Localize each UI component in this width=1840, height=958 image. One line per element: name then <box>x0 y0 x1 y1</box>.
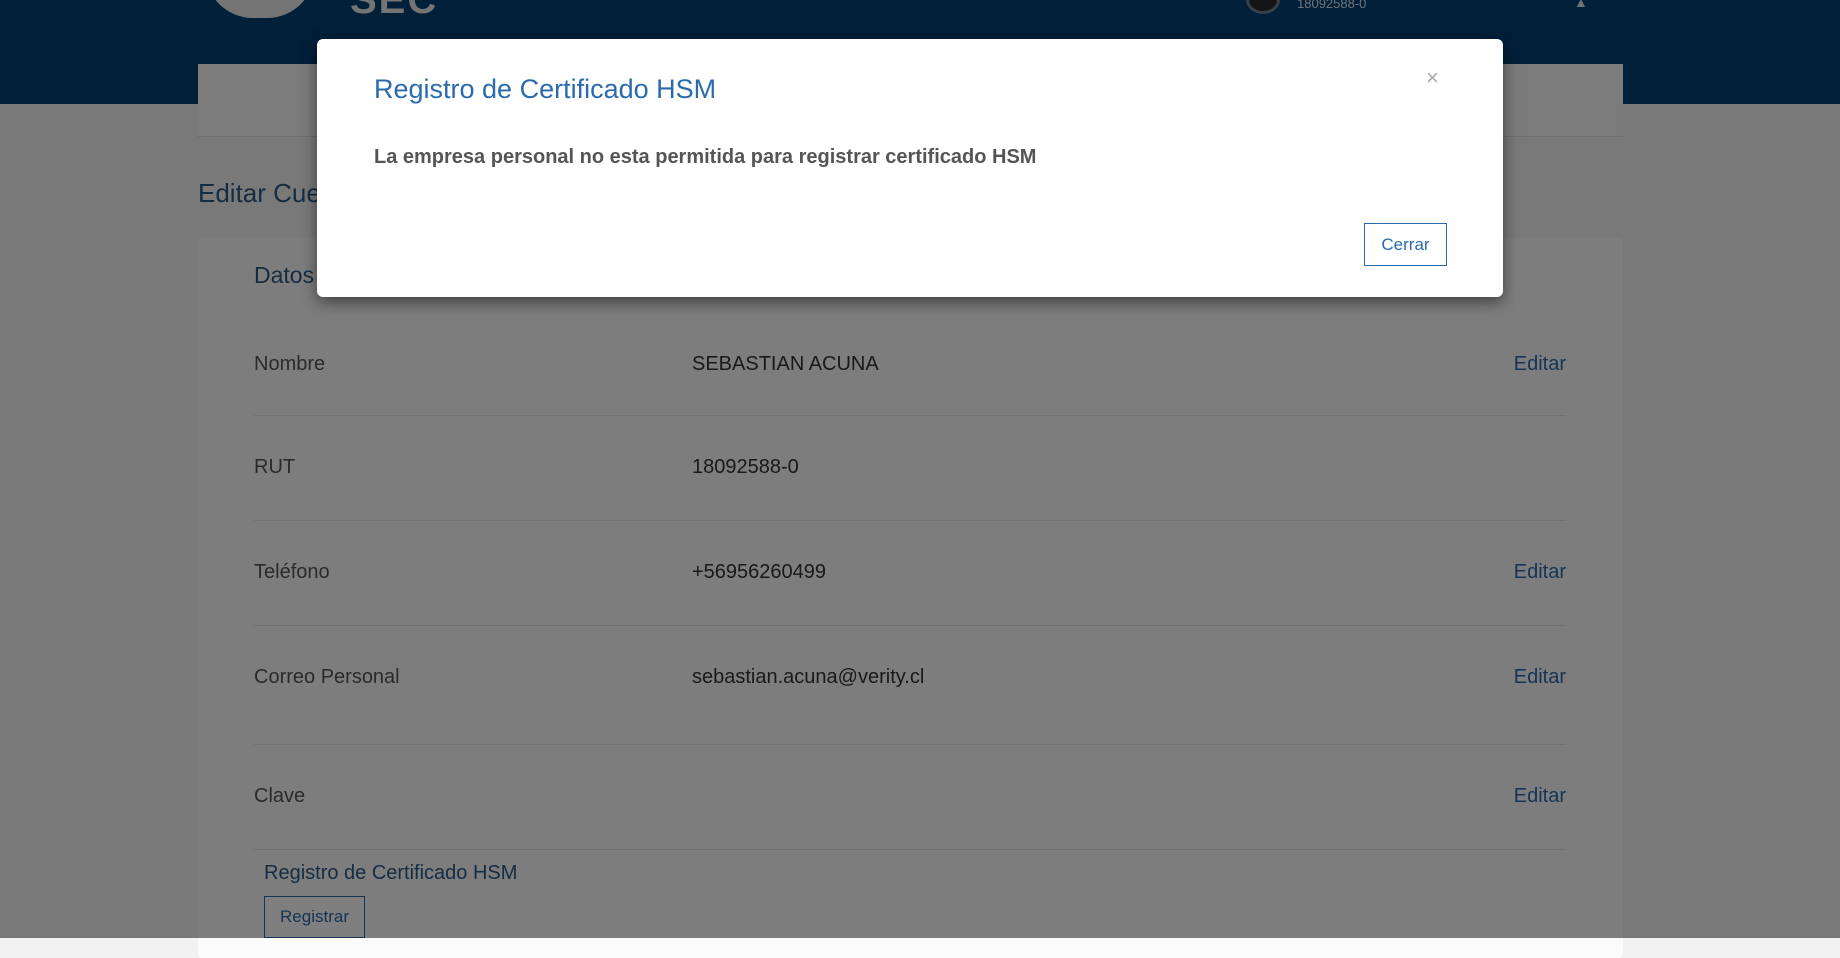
close-icon[interactable]: × <box>1426 67 1439 89</box>
modal-title: Registro de Certificado HSM <box>374 74 717 104</box>
hsm-modal-dialog: Registro de Certificado HSM × La empresa… <box>317 39 1503 297</box>
modal-message: La empresa personal no esta permitida pa… <box>374 146 1037 168</box>
close-modal-button[interactable]: Cerrar <box>1364 223 1447 266</box>
